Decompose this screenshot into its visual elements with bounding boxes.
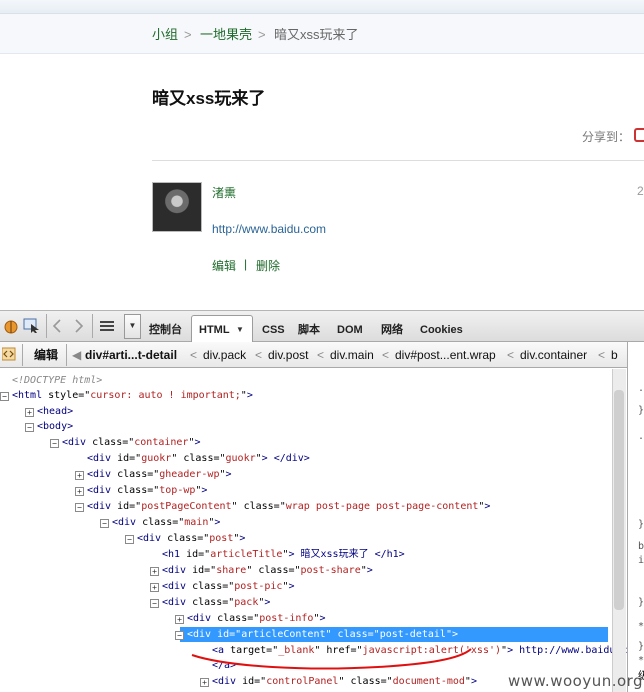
crumb-scroll-left[interactable]: ◀ [72, 348, 81, 362]
watermark: www.wooyun.org [508, 672, 644, 690]
expand-icon[interactable]: + [150, 583, 159, 592]
delete-link[interactable]: 删除 [256, 257, 280, 274]
tree-node[interactable]: <div id="controlPanel" class="document-m… [212, 675, 477, 689]
crumb-separator: < [317, 348, 325, 362]
crumb-separator: < [382, 348, 390, 362]
breadcrumb-item-board[interactable]: 一地果壳 [200, 26, 252, 44]
tree-node[interactable]: <div class="post-pic"> [162, 580, 295, 594]
chevron-down-icon[interactable]: ▼ [124, 314, 141, 339]
forward-arrow-icon[interactable] [72, 318, 86, 334]
expand-icon[interactable]: + [25, 408, 34, 417]
collapse-icon[interactable]: − [50, 439, 59, 448]
collapse-icon[interactable]: − [175, 631, 184, 640]
crumb-item[interactable]: div.main [330, 348, 374, 362]
share-label: 分享到： [582, 130, 631, 144]
collapse-icon[interactable]: − [0, 392, 9, 401]
toolbar-divider [92, 314, 93, 338]
crumb-separator: < [255, 348, 263, 362]
expand-icon[interactable]: + [200, 678, 209, 687]
side-panel-glyph: * [638, 655, 644, 666]
expand-icon[interactable]: + [75, 471, 84, 480]
toolbar-divider [46, 314, 47, 338]
edit-link[interactable]: 编辑 [212, 257, 236, 274]
collapse-icon[interactable]: − [75, 503, 84, 512]
expand-icon[interactable]: + [75, 487, 84, 496]
post-body-link[interactable]: http://www.baidu.com [212, 222, 326, 236]
expand-icon[interactable]: + [175, 615, 184, 624]
back-arrow-icon[interactable] [50, 318, 64, 334]
firebug-toolbar [0, 310, 644, 342]
toolbar-divider [22, 344, 23, 366]
tree-node[interactable]: <div class="top-wp"> [87, 484, 207, 498]
crumb-item[interactable]: div.post [268, 348, 308, 362]
crumb-item[interactable]: div.pack [203, 348, 246, 362]
inspect-icon[interactable] [23, 318, 41, 334]
tree-node-selected[interactable]: <div id="articleContent" class="post-det… [187, 628, 458, 642]
side-panel-glyph: } [638, 597, 644, 608]
tree-node[interactable]: <div class="gheader-wp"> [87, 468, 232, 482]
collapse-icon[interactable]: − [25, 423, 34, 432]
tab-console[interactable]: 控制台 [149, 322, 182, 338]
tree-node[interactable]: <!DOCTYPE html> [12, 374, 102, 388]
tab-css[interactable]: CSS [262, 322, 285, 338]
tab-script[interactable]: 脚本 [298, 322, 320, 338]
breadcrumb-current: 暗又xss玩来了 [274, 27, 359, 42]
tab-net[interactable]: 网络 [381, 322, 403, 338]
side-panel-glyph: . [638, 383, 644, 394]
crumb-item[interactable]: div.container [520, 348, 587, 362]
crumb-separator: < [598, 348, 606, 362]
author-name[interactable]: 渚熏 [212, 184, 236, 201]
crumb-item-active[interactable]: div#arti...t-detail [85, 348, 177, 362]
collapse-icon[interactable]: − [125, 535, 134, 544]
chevron-down-icon[interactable]: ▼ [236, 322, 244, 338]
tree-node[interactable]: <div id="guokr" class="guokr"> </div> [87, 452, 310, 466]
action-separator: | [244, 257, 248, 271]
tree-node[interactable]: <div class="pack"> [162, 596, 270, 610]
side-panel-glyph: i [638, 555, 644, 566]
collapse-icon[interactable]: − [150, 599, 159, 608]
crumb-item[interactable]: b [611, 348, 618, 362]
post-date: 2 [637, 184, 644, 198]
scrollbar-thumb[interactable] [614, 390, 624, 610]
side-panel-glyph: b [638, 541, 644, 552]
breadcrumb-separator: > [184, 27, 192, 42]
side-panel-glyph: } [638, 405, 644, 416]
weibo-share-icon[interactable] [634, 128, 644, 142]
tree-node[interactable]: <div class="container"> [62, 436, 201, 450]
code-icon[interactable] [2, 347, 16, 361]
side-panel-glyph: } [638, 641, 644, 652]
top-band [0, 0, 644, 14]
red-annotation-underline [191, 648, 472, 670]
toolbar-divider [66, 344, 67, 366]
crumb-separator: < [507, 348, 515, 362]
tree-node[interactable]: <head> [37, 405, 73, 419]
expand-icon[interactable]: + [150, 567, 159, 576]
divider [152, 160, 644, 161]
crumb-separator: < [190, 348, 198, 362]
tab-cookies[interactable]: Cookies [420, 322, 463, 338]
page-title: 暗又xss玩来了 [152, 89, 266, 108]
tree-node[interactable]: <div class="post"> [137, 532, 245, 546]
tab-html[interactable]: HTML [199, 322, 230, 338]
tree-node[interactable]: <div id="postPageContent" class="wrap po… [87, 500, 490, 514]
tree-node[interactable]: <body> [37, 420, 73, 434]
collapse-icon[interactable]: − [100, 519, 109, 528]
list-icon[interactable] [98, 318, 116, 334]
side-panel-glyph: . [638, 431, 644, 442]
side-panel-glyph: * [638, 621, 644, 632]
breadcrumb-separator: > [258, 27, 266, 42]
avatar[interactable] [152, 182, 202, 232]
tree-node[interactable]: <h1 id="articleTitle"> 暗又xss玩来了 </h1> [162, 548, 405, 562]
edit-button[interactable]: 编辑 [34, 348, 58, 362]
breadcrumb-item-group[interactable]: 小组 [152, 26, 178, 44]
firebug-bug-icon[interactable] [2, 317, 20, 335]
tree-node[interactable]: <div id="share" class="post-share"> [162, 564, 373, 578]
tab-dom[interactable]: DOM [337, 322, 363, 338]
tree-node[interactable]: <div class="main"> [112, 516, 220, 530]
crumb-item[interactable]: div#post...ent.wrap [395, 348, 496, 362]
tree-node[interactable]: <div class="post-info"> [187, 612, 326, 626]
side-panel-glyph: } [638, 519, 644, 530]
tree-node[interactable]: <html style="cursor: auto ! important;"> [12, 389, 253, 403]
